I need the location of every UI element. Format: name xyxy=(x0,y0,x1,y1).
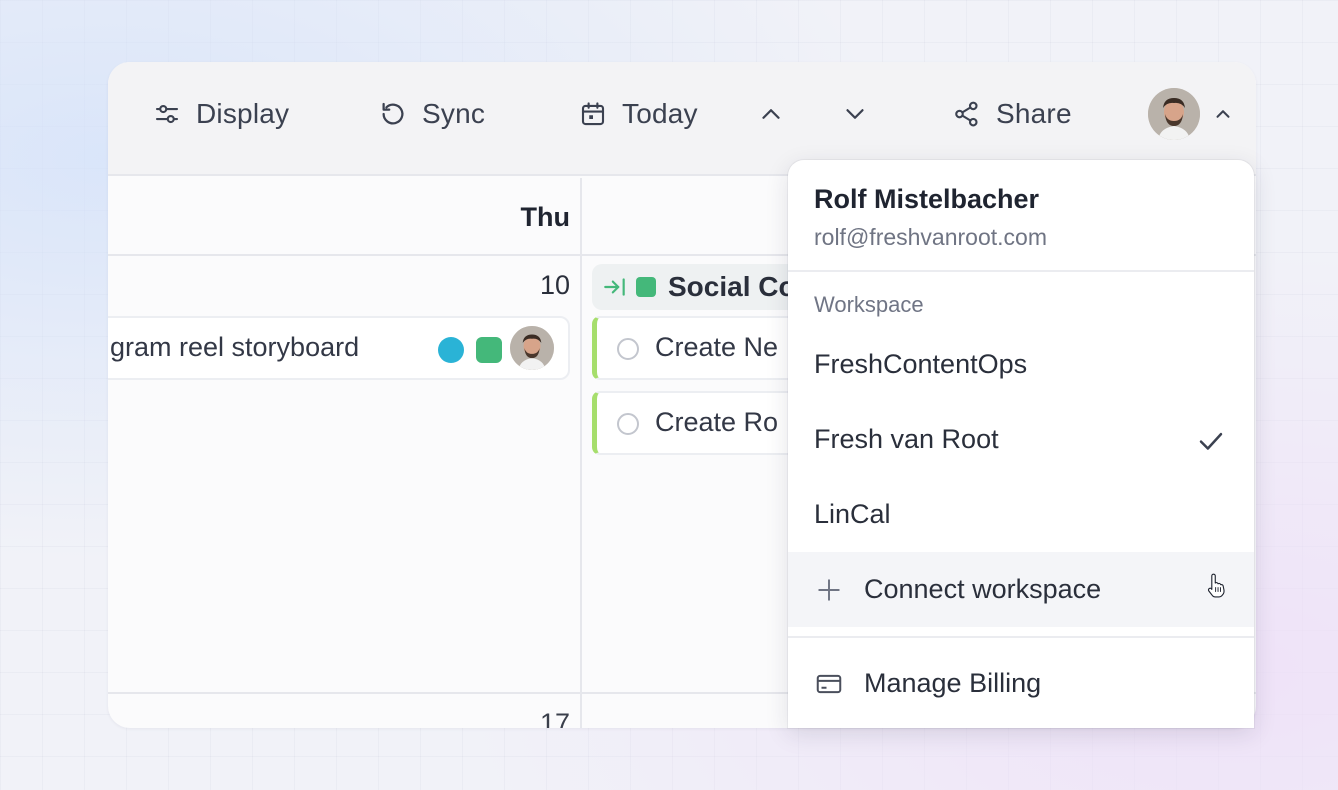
event-title: gram reel storyboard xyxy=(110,332,360,362)
user-email: rolf@freshvanroot.com xyxy=(814,224,1047,250)
today-label: Today xyxy=(622,98,698,129)
manage-billing-item[interactable]: Manage Billing xyxy=(788,646,1254,721)
date-number: 17 xyxy=(539,708,570,728)
task-checkbox[interactable] xyxy=(617,413,639,435)
task-title: Create Ro xyxy=(655,407,779,437)
arrow-to-line-icon xyxy=(604,278,625,296)
account-menu-button[interactable] xyxy=(1148,86,1234,142)
share-label: Share xyxy=(996,98,1072,129)
manage-billing-label: Manage Billing xyxy=(864,668,1042,698)
workspace-section-label: Workspace xyxy=(814,292,924,317)
task-title: Create Ne xyxy=(655,332,779,362)
account-dropdown: Rolf Mistelbacher rolf@freshvanroot.com … xyxy=(788,160,1254,728)
previous-button[interactable] xyxy=(756,92,786,136)
user-avatar xyxy=(1148,88,1200,140)
project-color-square xyxy=(636,277,656,297)
today-button[interactable]: Today xyxy=(578,92,698,136)
credit-card-icon xyxy=(816,674,842,693)
chevron-up-icon xyxy=(762,109,780,119)
connect-workspace-item[interactable]: Connect workspace xyxy=(788,552,1254,627)
connect-workspace-label: Connect workspace xyxy=(864,574,1102,604)
user-name: Rolf Mistelbacher xyxy=(814,184,1040,214)
next-button[interactable] xyxy=(840,92,870,136)
workspace-name: Fresh van Root xyxy=(814,424,999,454)
chevron-up-icon xyxy=(1216,110,1230,118)
sync-icon xyxy=(382,102,404,125)
calendar-icon xyxy=(581,102,605,126)
project-label: Social Co xyxy=(668,271,796,302)
toolbar: Display Sync Today Share xyxy=(108,62,1256,176)
workspace-name: FreshContentOps xyxy=(814,349,1028,379)
assignee-avatar xyxy=(510,326,554,370)
sync-label: Sync xyxy=(422,98,486,129)
day-header-thu: Thu xyxy=(520,202,570,232)
workspace-item-lincal[interactable]: LinCal xyxy=(788,477,1254,552)
menu-divider xyxy=(788,636,1254,638)
hand-cursor-icon xyxy=(1207,573,1225,598)
display-label: Display xyxy=(196,98,290,129)
sliders-icon xyxy=(155,104,179,124)
menu-divider xyxy=(788,270,1254,272)
chevron-down-icon xyxy=(846,109,864,119)
date-number: 10 xyxy=(539,270,570,300)
workspace-name: LinCal xyxy=(814,499,891,529)
status-dot xyxy=(438,337,464,363)
check-icon xyxy=(1199,432,1223,450)
display-button[interactable]: Display xyxy=(152,92,289,136)
plus-icon xyxy=(818,578,840,601)
event-card[interactable]: gram reel storyboard xyxy=(108,316,570,380)
task-checkbox[interactable] xyxy=(617,338,639,360)
share-icon xyxy=(955,101,978,127)
sync-button[interactable]: Sync xyxy=(378,92,485,136)
workspace-item-fresh-van-root[interactable]: Fresh van Root xyxy=(788,402,1254,477)
share-button[interactable]: Share xyxy=(952,92,1072,136)
column-divider xyxy=(580,178,582,728)
workspace-item-freshcontentops[interactable]: FreshContentOps xyxy=(788,327,1254,402)
project-color-square xyxy=(476,337,502,363)
